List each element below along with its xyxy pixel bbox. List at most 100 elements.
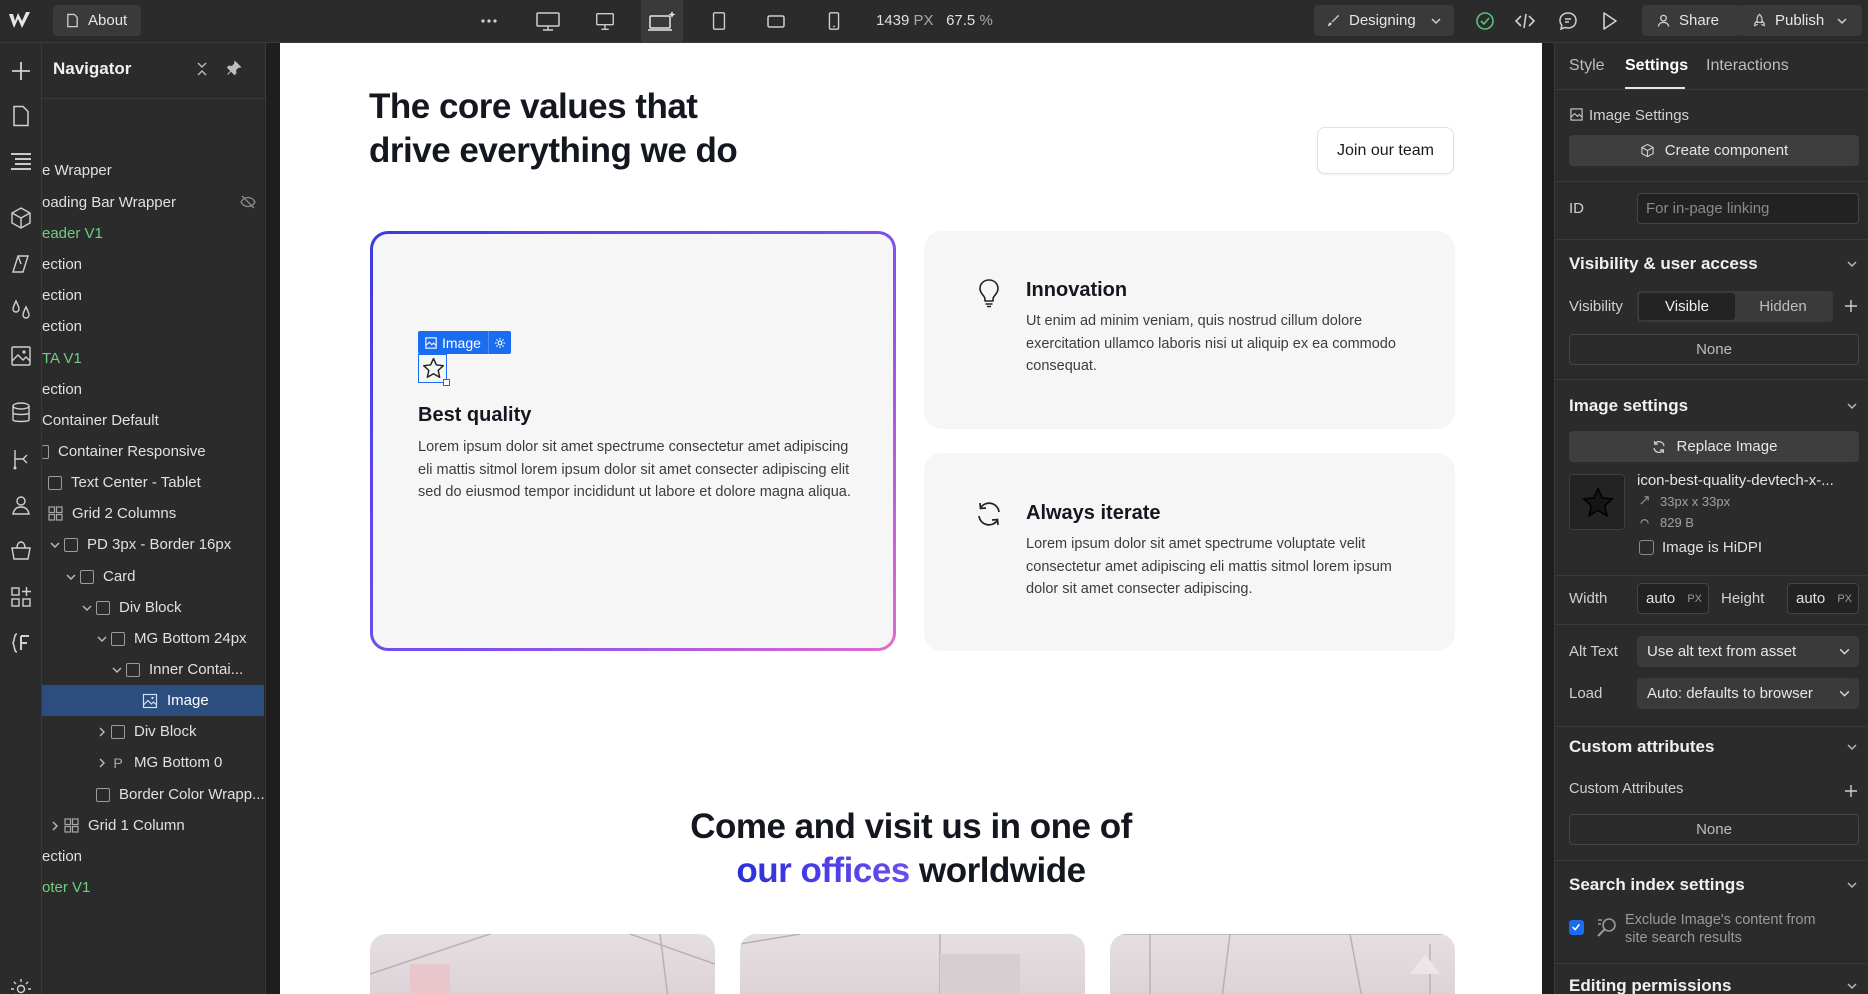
editing-permissions-heading[interactable]: Editing permissions: [1569, 976, 1731, 994]
nav-item[interactable]: e Wrapper: [42, 155, 265, 186]
chevron-down-icon[interactable]: [1845, 399, 1859, 413]
visible-option[interactable]: Visible: [1639, 293, 1735, 320]
card-text[interactable]: Ut enim ad minim veniam, quis nostrud ci…: [1026, 310, 1396, 378]
create-component-button[interactable]: Create component: [1569, 135, 1859, 166]
nav-item[interactable]: ection: [42, 841, 265, 872]
nav-item[interactable]: oading Bar Wrapper: [42, 187, 265, 218]
card-title[interactable]: Innovation: [1026, 279, 1127, 302]
load-select[interactable]: Auto: defaults to browser: [1637, 678, 1859, 709]
add-icon[interactable]: [9, 59, 33, 83]
nav-item-selected[interactable]: Image: [42, 685, 265, 716]
join-team-button[interactable]: Join our team: [1317, 127, 1454, 174]
nav-item[interactable]: Div Block: [42, 716, 265, 747]
logic-icon[interactable]: [9, 447, 33, 471]
custom-code-icon[interactable]: [9, 631, 33, 655]
page-selector[interactable]: About: [53, 5, 141, 36]
hidden-option[interactable]: Hidden: [1735, 293, 1831, 320]
collapse-icon[interactable]: [194, 61, 210, 77]
pin-icon[interactable]: [226, 60, 242, 76]
page-preview[interactable]: The core values that drive everything we…: [280, 43, 1542, 994]
nav-item[interactable]: Div Block: [42, 592, 265, 623]
tab-settings[interactable]: Settings: [1625, 57, 1688, 75]
ecommerce-icon[interactable]: [9, 539, 33, 563]
breakpoint-desktop-icon[interactable]: [584, 0, 626, 42]
cms-icon[interactable]: [9, 401, 33, 425]
nav-item[interactable]: Text Center - Tablet: [42, 467, 265, 498]
plus-icon[interactable]: [1843, 298, 1859, 314]
width-input[interactable]: auto PX: [1637, 583, 1709, 614]
card-text[interactable]: Lorem ipsum dolor sit amet spectrume vol…: [1026, 533, 1396, 601]
variables-icon[interactable]: [9, 298, 33, 322]
nav-item[interactable]: ection: [42, 374, 265, 405]
chevron-down-icon[interactable]: [1845, 257, 1859, 271]
id-input[interactable]: For in-page linking: [1637, 193, 1859, 224]
nav-item[interactable]: PD 3px - Border 16px: [42, 529, 265, 560]
nav-item-component[interactable]: oter V1: [42, 872, 265, 903]
card-title[interactable]: Always iterate: [1026, 502, 1161, 525]
style-selectors-icon[interactable]: [9, 252, 33, 276]
nav-item[interactable]: P MG Bottom 0: [42, 747, 265, 778]
image-selection-badge[interactable]: Image: [418, 331, 511, 354]
comment-icon[interactable]: [1557, 10, 1579, 32]
office-photo-2[interactable]: [740, 934, 1085, 994]
settings-gear-icon[interactable]: [9, 977, 33, 994]
chevron-right-icon[interactable]: [48, 819, 62, 833]
more-icon[interactable]: [478, 10, 500, 32]
nav-item[interactable]: MG Bottom 24px: [42, 623, 265, 654]
chevron-down-icon[interactable]: [95, 632, 109, 646]
hidpi-checkbox[interactable]: [1639, 540, 1654, 555]
nav-item[interactable]: Container Default: [42, 405, 265, 436]
nav-item[interactable]: Border Color Wrapp...: [42, 779, 265, 810]
values-heading[interactable]: The core values that drive everything we…: [369, 85, 738, 173]
chevron-down-icon[interactable]: [48, 538, 62, 552]
refresh-icon[interactable]: [973, 498, 1005, 530]
chevron-down-icon[interactable]: [64, 570, 78, 584]
nav-item[interactable]: ection: [42, 280, 265, 311]
chevron-down-icon[interactable]: [1845, 979, 1859, 993]
chevron-down-icon[interactable]: [1845, 740, 1859, 754]
tab-interactions[interactable]: Interactions: [1706, 57, 1789, 75]
nav-item[interactable]: Inner Contai...: [42, 654, 265, 685]
nav-item[interactable]: ection: [42, 311, 265, 342]
breakpoint-mobile-landscape-icon[interactable]: [755, 0, 797, 42]
nav-item[interactable]: ection: [42, 249, 265, 280]
nav-item[interactable]: Card: [42, 561, 265, 592]
visibility-toggle[interactable]: Visible Hidden: [1637, 291, 1833, 322]
resize-handle[interactable]: [443, 379, 450, 386]
image-settings-heading[interactable]: Image settings: [1569, 396, 1688, 416]
apps-icon[interactable]: [9, 585, 33, 609]
share-button[interactable]: Share: [1642, 5, 1742, 36]
breakpoint-base-icon[interactable]: [641, 0, 683, 42]
nav-item-component[interactable]: eader V1: [42, 218, 265, 249]
image-thumbnail[interactable]: [1569, 474, 1625, 530]
plus-icon[interactable]: [1843, 783, 1859, 799]
replace-image-button[interactable]: Replace Image: [1569, 431, 1859, 462]
chevron-right-icon[interactable]: [95, 756, 109, 770]
custom-attributes-heading[interactable]: Custom attributes: [1569, 737, 1714, 757]
nav-item[interactable]: Grid 1 Column: [42, 810, 265, 841]
preview-play-icon[interactable]: [1598, 10, 1620, 32]
element-settings-icon[interactable]: [487, 331, 511, 354]
canvas-size-readout[interactable]: 1439 PX 67.5 %: [876, 12, 993, 29]
office-photo-1[interactable]: [370, 934, 715, 994]
alt-text-select[interactable]: Use alt text from asset: [1637, 636, 1859, 667]
file-name[interactable]: icon-best-quality-devtech-x-...: [1637, 472, 1834, 489]
chevron-down-icon[interactable]: [80, 601, 94, 615]
breakpoint-desktop-large-icon[interactable]: [527, 0, 569, 42]
nav-item[interactable]: Grid 2 Columns: [42, 498, 265, 529]
tab-style[interactable]: Style: [1569, 57, 1605, 75]
mode-dropdown[interactable]: Designing: [1314, 5, 1454, 36]
card-title[interactable]: Best quality: [418, 404, 531, 427]
office-photo-3[interactable]: [1110, 934, 1455, 994]
users-icon[interactable]: [9, 493, 33, 517]
check-circle-icon[interactable]: [1474, 10, 1496, 32]
height-input[interactable]: auto PX: [1787, 583, 1859, 614]
navigator-icon[interactable]: [9, 149, 33, 173]
chevron-down-icon[interactable]: [1845, 878, 1859, 892]
assets-icon[interactable]: [9, 344, 33, 368]
lightbulb-icon[interactable]: [973, 277, 1005, 309]
custom-attributes-none-field[interactable]: None: [1569, 814, 1859, 845]
components-icon[interactable]: [9, 206, 33, 230]
offices-heading[interactable]: Come and visit us in one of our offices …: [280, 805, 1542, 893]
webflow-logo-icon[interactable]: [8, 10, 34, 32]
